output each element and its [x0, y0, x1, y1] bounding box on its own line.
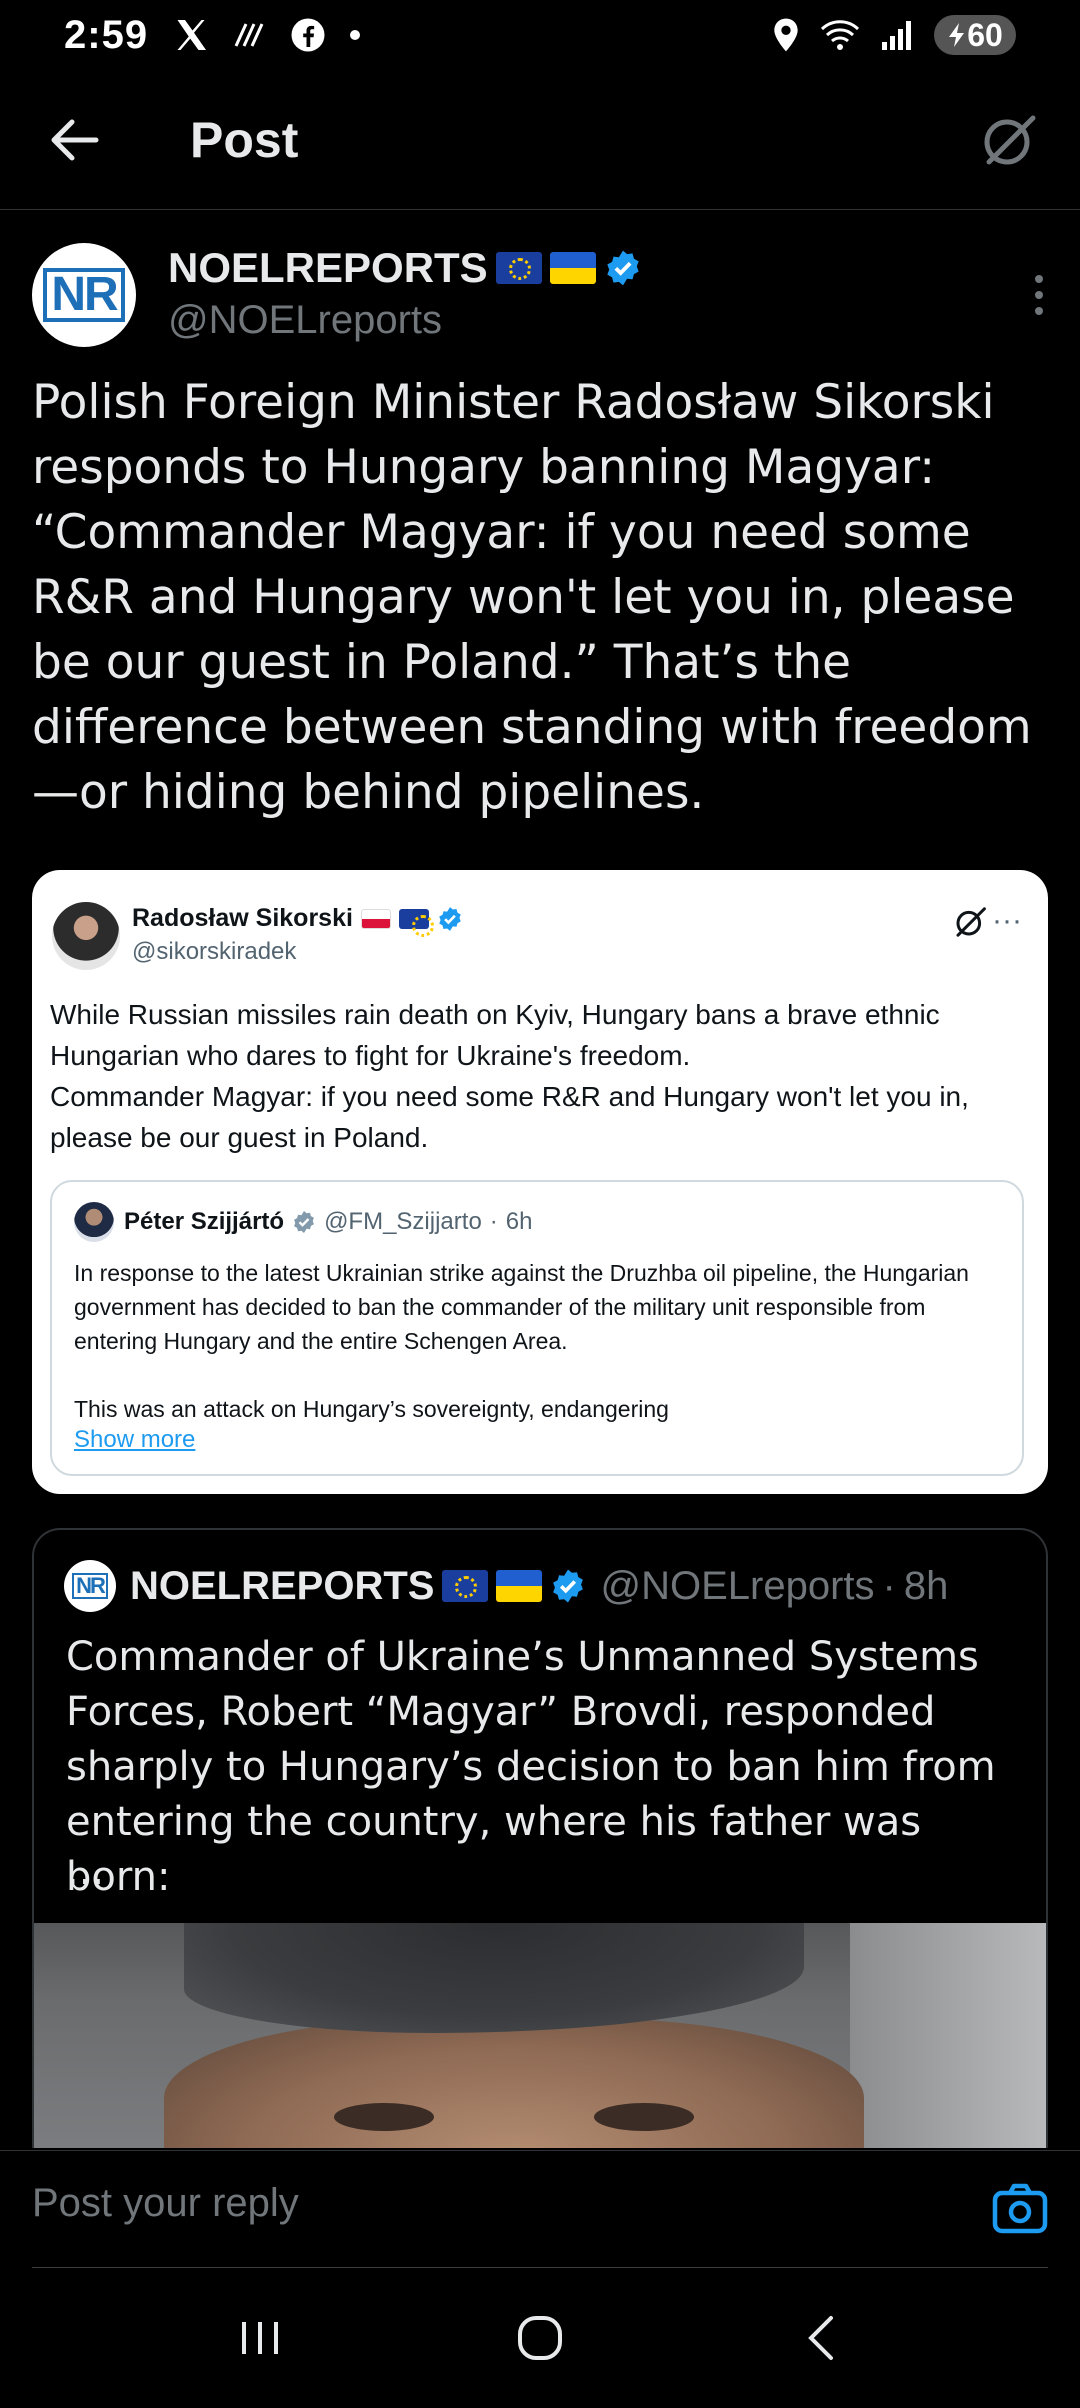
quote-timestamp: 6h [505, 1208, 533, 1235]
noelreports-logo: NR [72, 1573, 108, 1599]
wifi-icon [820, 20, 860, 50]
author-handle[interactable]: @NOELreports [168, 298, 442, 343]
more-dot-icon [1035, 291, 1043, 299]
status-bar: 2:59 60 [0, 0, 1080, 70]
home-icon [518, 2316, 562, 2360]
chevron-left-icon [808, 2316, 833, 2360]
embed-author-handle: @sikorskiradek [132, 938, 297, 965]
recent-apps-icon [242, 2322, 278, 2354]
quoted-ellipsis: ... [66, 1848, 105, 1894]
page-title: Post [190, 111, 299, 168]
more-options-icon: ··· [992, 904, 1022, 937]
quote-author-name: Péter Szijjártó [124, 1208, 285, 1235]
battery-indicator: 60 [934, 15, 1016, 55]
embed-author-name: Radosław Sikorski [132, 904, 353, 932]
grok-button[interactable] [964, 95, 1054, 185]
system-nav-bar [0, 2268, 1080, 2408]
embed-avatar [52, 902, 120, 970]
back-button[interactable] [30, 95, 120, 185]
verified-badge-icon [553, 1569, 584, 1603]
home-button[interactable] [495, 2293, 585, 2383]
quoted-author-name: NOELREPORTS [130, 1563, 435, 1608]
quote-author-handle: @FM_Szijjarto [324, 1208, 482, 1235]
status-time: 2:59 [64, 12, 149, 57]
verified-gray-badge-icon [294, 1211, 314, 1233]
grok-icon [956, 907, 986, 937]
reply-input[interactable]: Post your reply [32, 2181, 299, 2226]
eu-flag-icon [495, 252, 542, 284]
photo-cap [184, 1923, 804, 2033]
embed-quoted-post: Péter Szijjártó @FM_Szijjarto · 6h In re… [50, 1180, 1024, 1476]
notification-icon [234, 23, 264, 47]
top-app-bar: Post [0, 70, 1080, 210]
arrow-left-icon [51, 119, 99, 160]
avatar[interactable]: NR [32, 243, 136, 347]
eu-flag-icon [442, 1570, 489, 1602]
more-dot-icon [1035, 275, 1043, 283]
back-nav-button[interactable] [775, 2293, 865, 2383]
ukraine-flag-icon [496, 1570, 543, 1602]
charging-icon [949, 23, 965, 47]
eu-flag-icon [398, 908, 434, 937]
more-dot-icon [1035, 307, 1043, 315]
signal-icon [882, 21, 911, 50]
quoted-text: Commander of Ukraine’s Unmanned Systems … [66, 1634, 996, 1900]
quoted-avatar: NR [64, 1560, 116, 1612]
photo-face [164, 2018, 864, 2148]
reply-bar: Post your reply [0, 2150, 1080, 2269]
main-post: NR NOELREPORTS @NOELreports Polish Forei… [0, 210, 1080, 820]
embedded-image[interactable]: Radosław Sikorski @sikorskiradek ··· Whi… [32, 870, 1048, 1494]
post-author: NR NOELREPORTS @NOELreports [0, 210, 1080, 360]
quoted-timestamp: 8h [903, 1563, 949, 1608]
author-name[interactable]: NOELREPORTS [168, 244, 488, 292]
verified-badge-icon [439, 906, 461, 931]
camera-icon[interactable] [990, 2179, 1050, 2239]
facebook-icon [291, 18, 325, 52]
more-options-button[interactable] [1024, 260, 1054, 330]
quoted-post[interactable]: NR NOELREPORTS @NOELreports · 8h Command… [32, 1528, 1048, 2148]
verified-badge-icon [607, 250, 639, 286]
grok-icon [984, 115, 1036, 164]
ukraine-flag-icon [549, 252, 596, 284]
dot-icon [350, 30, 361, 40]
quoted-author-handle: @NOELreports [600, 1563, 875, 1608]
embed-text: While Russian missiles rain death on Kyi… [50, 999, 969, 1153]
battery-level: 60 [967, 16, 1003, 53]
quote-text: In response to the latest Ukrainian stri… [74, 1260, 969, 1422]
quoted-media-image[interactable] [34, 1923, 1046, 2148]
x-app-icon [177, 20, 207, 50]
show-more-link: Show more [74, 1426, 196, 1453]
post-text: Polish Foreign Minister Radosław Sikorsk… [32, 375, 1032, 820]
location-icon [774, 18, 798, 52]
poland-flag-icon [360, 908, 391, 929]
recent-apps-button[interactable] [215, 2293, 305, 2383]
noelreports-logo: NR [43, 268, 125, 322]
quote-avatar [74, 1202, 114, 1242]
